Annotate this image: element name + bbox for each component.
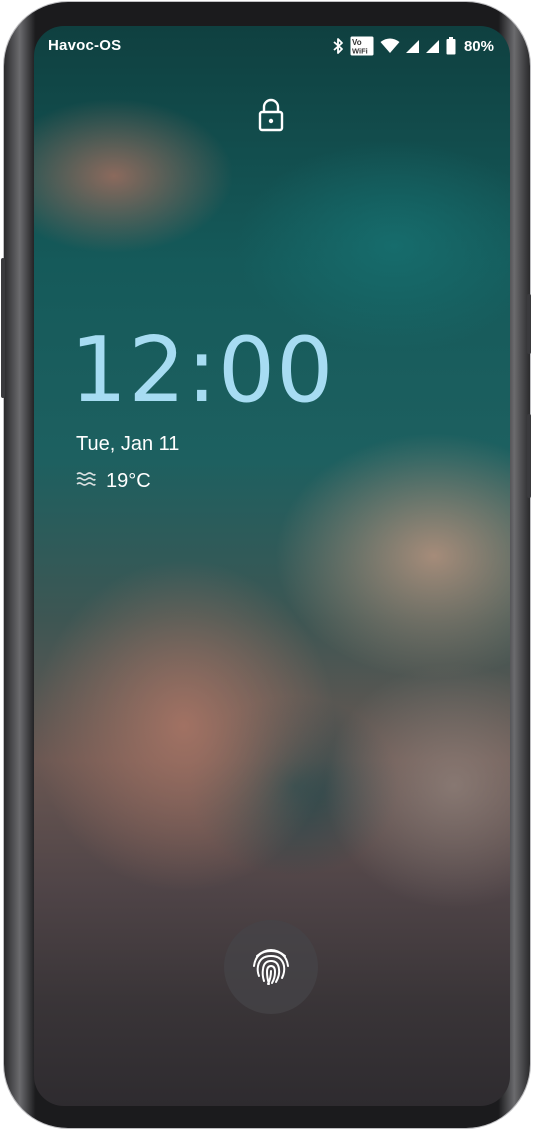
signal-icon-2 <box>425 38 440 54</box>
lockscreen-clock: 12:00 <box>70 318 335 423</box>
lock-screen: Havoc-OS Vo WiFi 80% 12:00 Tue, Jan 11 1… <box>34 26 510 1106</box>
volte-icon: Vo WiFi <box>350 36 374 56</box>
volume-button <box>1 258 5 398</box>
status-bar: Havoc-OS Vo WiFi 80% <box>34 26 510 66</box>
vowifi-label: WiFi <box>352 47 368 56</box>
fingerprint-sensor[interactable] <box>224 920 318 1014</box>
signal-icon <box>405 38 420 54</box>
bluetooth-icon <box>332 37 344 55</box>
fingerprint-icon <box>248 942 294 993</box>
power-button <box>527 414 531 498</box>
phone-frame: Havoc-OS Vo WiFi 80% 12:00 Tue, Jan 11 1… <box>1 2 531 1128</box>
lock-icon[interactable] <box>256 98 286 132</box>
weather-info[interactable]: 19°C <box>76 470 151 493</box>
haze-icon <box>76 470 96 493</box>
wifi-icon <box>380 38 400 54</box>
navigation-handle <box>212 1098 332 1102</box>
carrier-label: Havoc-OS <box>48 37 122 54</box>
weather-temperature: 19°C <box>106 470 151 492</box>
lockscreen-date[interactable]: Tue, Jan 11 <box>76 433 179 456</box>
alert-slider <box>527 294 531 354</box>
status-icons: Vo WiFi 80% <box>332 35 494 57</box>
battery-icon <box>446 37 456 55</box>
battery-percent: 80% <box>463 37 494 55</box>
